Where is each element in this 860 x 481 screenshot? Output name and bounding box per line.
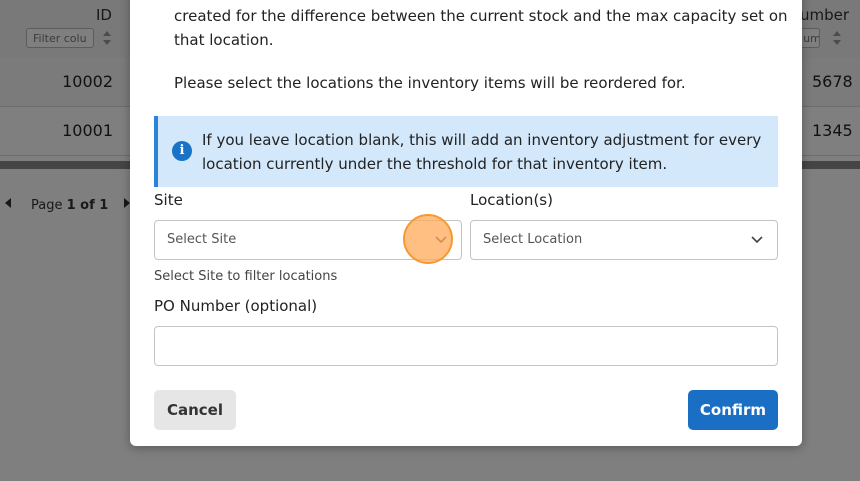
modal-instruction: Please select the locations the inventor…: [174, 74, 686, 92]
modal-intro-line1: created for the difference between the c…: [174, 7, 788, 25]
confirm-button[interactable]: Confirm: [688, 390, 778, 430]
info-alert: i If you leave location blank, this will…: [154, 116, 778, 187]
location-select[interactable]: Select Location: [470, 220, 778, 260]
location-select-value: Select Location: [483, 232, 583, 247]
site-hint: Select Site to filter locations: [154, 269, 338, 284]
info-icon: i: [172, 141, 192, 161]
po-number-label: PO Number (optional): [154, 297, 318, 315]
modal-intro-line2: that location.: [174, 31, 274, 49]
info-alert-text: If you leave location blank, this will a…: [202, 131, 762, 173]
location-label: Location(s): [470, 191, 553, 209]
po-number-input[interactable]: [154, 326, 778, 366]
cancel-button[interactable]: Cancel: [154, 390, 236, 430]
reorder-modal: created for the difference between the c…: [130, 0, 802, 446]
chevron-down-icon: [751, 236, 763, 244]
site-select-value: Select Site: [167, 232, 237, 247]
click-indicator: [403, 214, 453, 264]
site-label: Site: [154, 191, 183, 209]
